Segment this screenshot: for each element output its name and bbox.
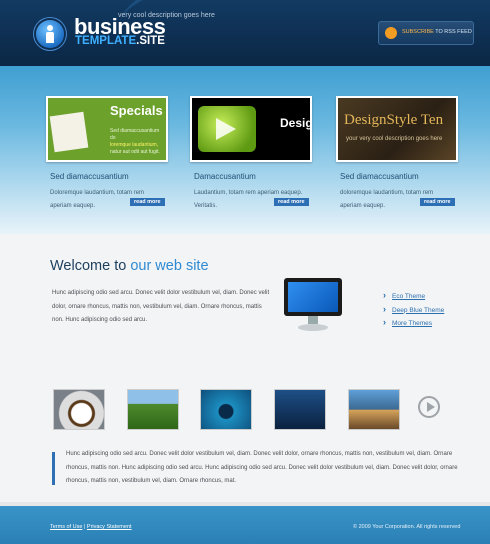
monitor-icon <box>284 278 342 334</box>
privacy-link[interactable]: Privacy Statement <box>87 524 132 530</box>
themes-list: Eco Theme Deep Blue Theme More Themes <box>383 289 444 331</box>
person-icon[interactable] <box>36 20 64 48</box>
rss-label: SUBSCRIBE TO RSS FEED <box>402 29 472 35</box>
feature-column: Sed diamaccusantium Doloremque laudantiu… <box>50 172 180 213</box>
welcome-heading: Welcome to our web site <box>50 258 209 274</box>
gallery-image-couple[interactable] <box>348 389 400 430</box>
feature-thumb-specials[interactable]: Specials Sed diamaccusantium do loremque … <box>46 96 168 162</box>
rss-label-b: TO RSS FEED <box>435 29 472 35</box>
gallery-image-grass[interactable] <box>127 389 179 430</box>
feature-column: Damaccusantium Laudantium, totam rem ape… <box>194 172 324 213</box>
copyright: © 2009 Your Corporation. All rights rese… <box>353 524 461 530</box>
brand-sub-template: TEMPLATE <box>75 35 137 47</box>
thumb-title: Desig <box>280 116 312 130</box>
arrow-icon <box>198 106 256 152</box>
brand-subname[interactable]: TEMPLATE.SITE <box>75 35 165 47</box>
gallery-image-underwater[interactable] <box>274 389 326 430</box>
welcome-heading-a: Welcome to <box>50 258 127 274</box>
gallery-image-coffee[interactable] <box>53 389 105 430</box>
documents-illustration <box>49 111 89 153</box>
welcome-text: Hunc adipiscing odio sed arcu. Donec vel… <box>52 290 270 323</box>
rss-label-a: SUBSCRIBE <box>402 29 434 35</box>
theme-link-eco[interactable]: Eco Theme <box>383 289 444 304</box>
feature-title: Sed diamaccusantium <box>340 172 419 181</box>
footer-separator: | <box>83 524 86 530</box>
rss-icon <box>385 27 397 39</box>
thumb-text: Sed diamaccusantium do loremque laudantiu… <box>110 128 160 155</box>
feature-title: Sed diamaccusantium <box>50 172 129 181</box>
thumb-subtitle: your very cool description goes here <box>346 136 443 142</box>
theme-link-more[interactable]: More Themes <box>383 316 444 331</box>
feature-title: Damaccusantium <box>194 172 256 181</box>
gallery-image-aquarium[interactable] <box>200 389 252 430</box>
terms-link[interactable]: Terms of Use <box>50 524 82 530</box>
welcome-heading-b: our web site <box>126 258 209 274</box>
play-icon[interactable] <box>418 396 440 418</box>
quote-text: Hunc adipiscing odio sed arcu. Donec vel… <box>66 451 458 484</box>
rss-subscribe-button[interactable]: SUBSCRIBE TO RSS FEED <box>378 21 474 45</box>
feature-thumb-designstyle[interactable]: DesignStyle Ten your very cool descripti… <box>336 96 458 162</box>
feature-thumb-arrow[interactable]: Desig <box>190 96 312 162</box>
read-more-button[interactable]: read more <box>420 198 455 206</box>
brand-sub-site: .SITE <box>136 35 165 47</box>
theme-link-deep-blue[interactable]: Deep Blue Theme <box>383 303 444 318</box>
footer-links: Terms of Use | Privacy Statement <box>50 524 132 530</box>
read-more-button[interactable]: read more <box>130 198 165 206</box>
quote-bar <box>52 452 55 485</box>
read-more-button[interactable]: read more <box>274 198 309 206</box>
feature-column: Sed diamaccusantium doloremque laudantiu… <box>340 172 470 213</box>
thumb-title: DesignStyle Ten <box>344 112 444 128</box>
thumb-title: Specials <box>110 103 163 118</box>
